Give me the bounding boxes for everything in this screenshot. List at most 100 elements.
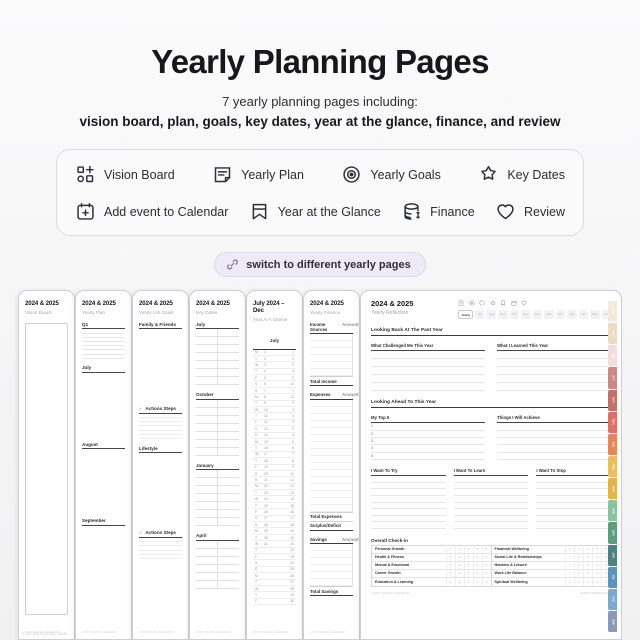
color-tab[interactable]: JUL	[608, 566, 617, 588]
month-tab-nov[interactable]: Nov	[520, 310, 531, 320]
color-tab[interactable]: FEB	[608, 455, 617, 478]
color-tab[interactable]: MAY	[608, 522, 617, 544]
rating-cell[interactable]: 5	[481, 545, 491, 554]
month-tab-sep[interactable]: Sep	[498, 310, 508, 320]
feature-vision-board[interactable]: Vision Board	[75, 164, 175, 185]
rating-cell[interactable]: 1	[565, 569, 574, 578]
thumb-year-at-a-glance[interactable]: July 2024 – Dec Year At A Glance July M1…	[246, 290, 303, 640]
rating-cell[interactable]: 5	[481, 577, 491, 586]
rating-cell[interactable]: 1	[445, 569, 455, 578]
rating-cell[interactable]: 2	[454, 545, 464, 554]
rating-cell[interactable]: 4	[472, 561, 482, 570]
page-yearly-reflection[interactable]: 2024 & 2025 Yearly Reflection Yearly Jul…	[360, 290, 622, 640]
color-tab[interactable]: MAR	[608, 478, 617, 500]
rating-cell[interactable]: 4	[472, 569, 482, 578]
rating-cell[interactable]: 1	[565, 577, 574, 586]
thumb-yearly-life-goals[interactable]: 2024 & 2025 Yearly Life Goals Family & F…	[132, 290, 189, 640]
color-tab[interactable]: JUL	[608, 301, 617, 323]
rating-cell[interactable]: 3	[583, 569, 592, 578]
rating-cell[interactable]: 3	[583, 553, 592, 562]
writing-lines[interactable]	[536, 476, 612, 529]
rating-cell[interactable]: 2	[454, 561, 464, 570]
star-icon[interactable]	[490, 300, 496, 306]
switch-yearly-pages-button[interactable]: switch to different yearly pages	[214, 252, 426, 278]
feature-yearly-plan[interactable]: Yearly Plan	[212, 164, 304, 185]
rating-cell[interactable]: 3	[463, 545, 473, 554]
feature-finance[interactable]: Finance	[401, 201, 475, 222]
feature-yearly-goals[interactable]: Yearly Goals	[341, 164, 441, 185]
rating-cell[interactable]: 1	[565, 545, 574, 554]
rating-cell[interactable]: 2	[574, 561, 583, 570]
rating-cell[interactable]: 5	[481, 561, 491, 570]
thumb-yearly-finance[interactable]: 2024 & 2025 Yearly Finance Income Source…	[303, 290, 360, 640]
rating-cell[interactable]: 4	[472, 553, 482, 562]
month-tab-may[interactable]: May	[589, 310, 600, 320]
feature-key-dates[interactable]: Key Dates	[478, 164, 565, 185]
rating-cell[interactable]: 4	[472, 545, 482, 554]
rating-cell[interactable]: 2	[574, 577, 583, 586]
rating-cell[interactable]: 4	[592, 577, 601, 586]
rating-cell[interactable]: 2	[454, 553, 464, 562]
rating-cell[interactable]: 1	[445, 577, 455, 586]
rating-cell[interactable]: 3	[463, 569, 473, 578]
thumb-vision-board[interactable]: 2024 & 2025 Vision Board IVORY DIGITAL C…	[18, 290, 75, 640]
color-tab[interactable]: JAN	[608, 433, 617, 455]
rating-cell[interactable]: 5	[481, 553, 491, 562]
thumb-key-dates[interactable]: 2024 & 2025 Key Dates July October Janua…	[189, 290, 246, 640]
writing-lines[interactable]	[497, 351, 611, 392]
month-tab-jul[interactable]: Jul	[475, 310, 485, 320]
rating-cell[interactable]: 3	[583, 577, 592, 586]
rating-cell[interactable]: 4	[592, 561, 601, 570]
feature-add-event-to-calendar[interactable]: Add event to Calendar	[75, 201, 228, 222]
color-tab[interactable]: SEP	[608, 345, 617, 367]
color-tab[interactable]: DEC	[608, 411, 617, 433]
rating-cell[interactable]: 1	[445, 561, 455, 570]
bookmark-icon[interactable]	[500, 300, 506, 306]
color-tab[interactable]: APR	[608, 500, 617, 522]
rating-cell[interactable]: 2	[574, 569, 583, 578]
top5-list[interactable]: 1 2 3 4 5	[371, 423, 485, 461]
rating-cell[interactable]: 4	[592, 569, 601, 578]
rating-cell[interactable]: 3	[583, 561, 592, 570]
rating-cell[interactable]: 2	[454, 577, 464, 586]
feature-review[interactable]: Review	[495, 201, 565, 222]
color-tab[interactable]: JUN	[608, 544, 617, 566]
month-tab-feb[interactable]: Feb	[555, 310, 566, 320]
rating-cell[interactable]: 2	[574, 553, 583, 562]
rating-cell[interactable]: 4	[592, 545, 601, 554]
rating-cell[interactable]: 1	[445, 545, 455, 554]
note-icon[interactable]	[458, 300, 464, 306]
writing-lines[interactable]	[371, 351, 485, 392]
thumb-yearly-plan[interactable]: 2024 & 2025 Yearly Plan Q1 July August S…	[75, 290, 132, 640]
color-tab[interactable]: AUG	[608, 588, 617, 610]
rating-cell[interactable]: 1	[445, 553, 455, 562]
writing-lines[interactable]	[453, 476, 529, 529]
rating-cell[interactable]: 1	[565, 553, 574, 562]
rating-cell[interactable]: 4	[592, 553, 601, 562]
rating-cell[interactable]: 2	[574, 545, 583, 554]
rating-cell[interactable]: 3	[463, 553, 473, 562]
rating-cell[interactable]: 3	[463, 561, 473, 570]
rating-cell[interactable]: 4	[472, 577, 482, 586]
month-tab-mar[interactable]: Mar	[567, 310, 577, 320]
month-tab-dec[interactable]: Dec	[532, 310, 543, 320]
month-tab-oct[interactable]: Oct	[509, 310, 519, 320]
color-tab[interactable]: NOV	[608, 389, 617, 411]
calendar-icon[interactable]	[511, 300, 517, 306]
color-tab[interactable]: SEP	[608, 610, 617, 633]
rating-cell[interactable]: 2	[454, 569, 464, 578]
month-tab-yearly[interactable]: Yearly	[458, 310, 474, 320]
target-icon[interactable]	[469, 300, 475, 306]
rating-cell[interactable]: 5	[481, 569, 491, 578]
month-tab-aug[interactable]: Aug	[486, 310, 497, 320]
writing-lines[interactable]	[497, 423, 611, 461]
color-tab[interactable]: AUG	[608, 323, 617, 345]
writing-lines[interactable]	[371, 476, 446, 529]
rating-cell[interactable]: 3	[463, 577, 473, 586]
color-tab[interactable]: OCT	[608, 367, 617, 389]
rating-cell[interactable]: 1	[565, 561, 574, 570]
month-tab-apr[interactable]: Apr	[578, 310, 588, 320]
rating-cell[interactable]: 3	[583, 545, 592, 554]
heart-icon[interactable]	[521, 300, 527, 306]
month-tab-jan[interactable]: Jan	[544, 310, 554, 320]
